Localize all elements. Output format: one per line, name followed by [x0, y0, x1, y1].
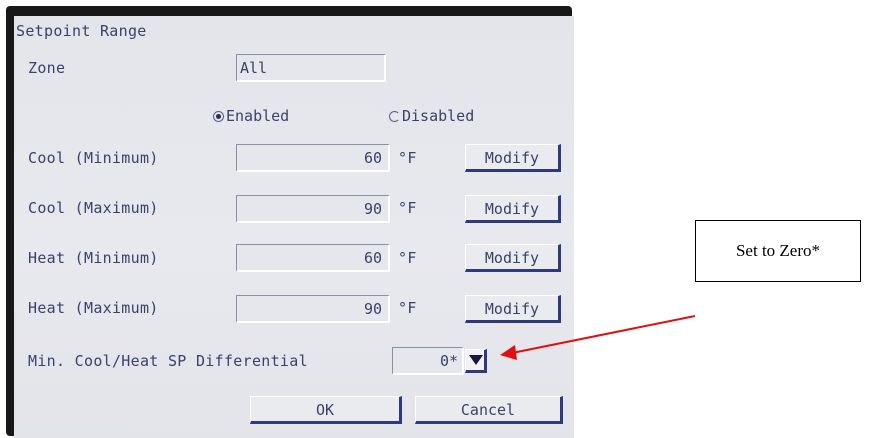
annotation-arrow: [500, 315, 696, 360]
annotation-callout: Set to Zero*: [695, 220, 861, 282]
